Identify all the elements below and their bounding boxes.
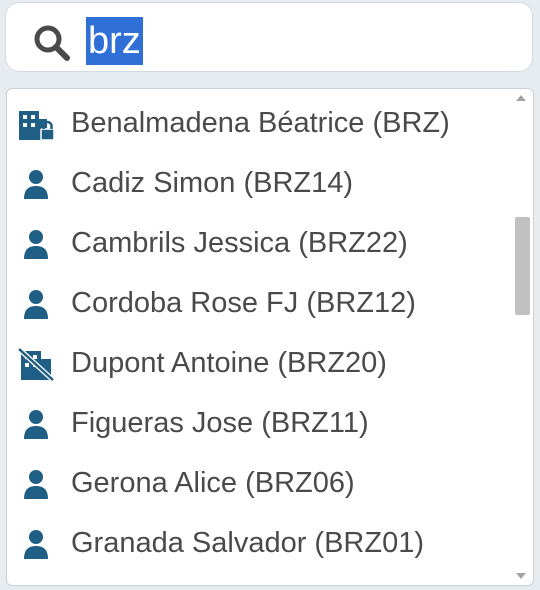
result-item[interactable]: Gerona Alice (BRZ06) — [7, 453, 512, 513]
user-icon — [24, 290, 48, 319]
result-item[interactable]: Benalmadena Béatrice (BRZ) — [7, 93, 512, 153]
result-item[interactable]: Figueras Jose (BRZ11) — [7, 393, 512, 453]
result-label: Benalmadena Béatrice (BRZ) — [71, 107, 450, 139]
result-label: Dupont Antoine (BRZ20) — [71, 347, 387, 379]
result-item[interactable]: Granada Salvador (BRZ01) — [7, 513, 512, 573]
result-label: Cadiz Simon (BRZ14) — [71, 167, 354, 199]
result-item[interactable]: Cadiz Simon (BRZ14) — [7, 153, 512, 213]
result-item[interactable]: Cambrils Jessica (BRZ22) — [7, 213, 512, 273]
search-icon — [34, 25, 70, 61]
result-label: Gerona Alice (BRZ06) — [71, 467, 355, 499]
user-icon — [24, 470, 48, 499]
result-label: Granada Salvador (BRZ01) — [71, 527, 424, 559]
scroll-down-arrow-icon[interactable] — [515, 571, 527, 581]
user-icon — [24, 170, 48, 199]
scroll-up-arrow-icon[interactable] — [515, 93, 527, 103]
result-label: Cambrils Jessica (BRZ22) — [71, 227, 408, 259]
result-item[interactable]: Dupont Antoine (BRZ20) — [7, 333, 512, 393]
user-icon — [24, 410, 48, 439]
user-icon — [24, 530, 48, 559]
scrollbar-thumb[interactable] — [515, 217, 530, 315]
building-off-icon — [17, 347, 55, 381]
result-label: Cordoba Rose FJ (BRZ12) — [71, 287, 416, 319]
result-label: Figueras Jose (BRZ11) — [71, 407, 369, 439]
search-box[interactable]: brz — [5, 2, 533, 72]
results-dropdown: Benalmadena Béatrice (BRZ) Cadiz Simon (… — [6, 88, 534, 586]
search-input[interactable]: brz — [86, 17, 143, 65]
building-lock-icon — [19, 111, 55, 141]
result-item[interactable]: Cordoba Rose FJ (BRZ12) — [7, 273, 512, 333]
user-icon — [24, 230, 48, 259]
